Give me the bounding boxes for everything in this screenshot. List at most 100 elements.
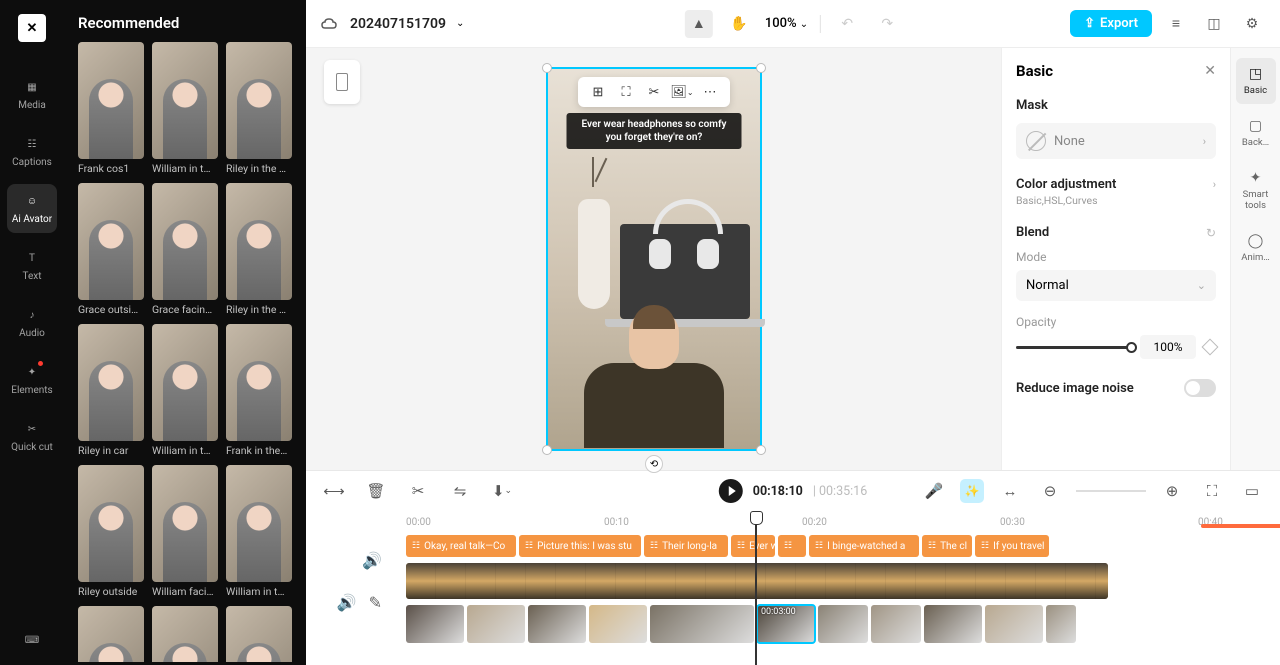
delete-button[interactable]: 🗑 (362, 477, 390, 505)
zoom-slider[interactable] (1076, 490, 1146, 492)
media-clip[interactable] (406, 605, 464, 643)
canvas-frame[interactable]: ⊞ ⛶ ✂ 🖼 ⌄ ⋯ Ever wear headphones so comf… (546, 67, 762, 451)
resize-handle[interactable] (756, 63, 766, 73)
opacity-slider[interactable] (1016, 346, 1132, 349)
video-frame[interactable] (736, 563, 766, 599)
video-frame[interactable] (436, 563, 466, 599)
caption-track[interactable]: ☷Okay, real talk—Co☷Picture this: I was … (406, 535, 1280, 557)
caption-clip[interactable]: ☷The cl (922, 535, 972, 557)
video-frame[interactable] (916, 563, 946, 599)
zoom-in-button[interactable]: ⊕ (1158, 477, 1186, 505)
caption-clip[interactable]: ☷Ever w (731, 535, 775, 557)
caption-overlay[interactable]: Ever wear headphones so comfy you forget… (567, 113, 742, 149)
video-frame[interactable] (796, 563, 826, 599)
playhead[interactable] (755, 511, 757, 665)
settings-button[interactable]: ⚙ (1238, 10, 1266, 38)
video-frame[interactable] (526, 563, 556, 599)
asset-item[interactable] (78, 606, 144, 662)
asset-item[interactable]: William in t… (152, 324, 218, 457)
mask-selector[interactable]: None › (1016, 123, 1216, 159)
asset-item[interactable]: Riley in car (78, 324, 144, 457)
noise-toggle[interactable] (1184, 379, 1216, 397)
dock-button[interactable]: ▭ (1238, 477, 1266, 505)
media-clip[interactable] (528, 605, 586, 643)
video-frame[interactable] (766, 563, 796, 599)
video-frame[interactable] (496, 563, 526, 599)
caption-clip[interactable]: ☷ (778, 535, 806, 557)
zoom-out-button[interactable]: ⊖ (1036, 477, 1064, 505)
resize-handle[interactable] (756, 445, 766, 455)
download-button[interactable]: ⬇ ⌄ (488, 477, 516, 505)
caption-clip[interactable]: ☷I binge-watched a (809, 535, 919, 557)
export-button[interactable]: ⇪Export (1070, 10, 1152, 37)
caption-clip[interactable]: ☷Picture this: I was stu (519, 535, 641, 557)
video-frame[interactable] (706, 563, 736, 599)
media-clip[interactable] (818, 605, 868, 643)
more-button[interactable]: ⋯ (700, 82, 720, 102)
replace-button[interactable]: 🖼 ⌄ (672, 82, 692, 102)
media-clip[interactable] (467, 605, 525, 643)
video-frame[interactable] (1006, 563, 1036, 599)
video-frame[interactable] (676, 563, 706, 599)
crop-tl-button[interactable]: ✂ (404, 477, 432, 505)
tab-background[interactable]: ▢Back… (1236, 110, 1276, 156)
video-frame[interactable] (406, 563, 436, 599)
aspect-ratio-badge[interactable] (324, 60, 360, 104)
nav-text[interactable]: TText (7, 241, 57, 290)
video-frame[interactable] (586, 563, 616, 599)
panel-toggle-button[interactable]: ◫ (1200, 10, 1228, 38)
layers-button[interactable]: ≡ (1162, 10, 1190, 38)
mute-icon[interactable]: 🔊 (362, 551, 382, 570)
edit-icon[interactable]: ✎ (369, 593, 382, 612)
asset-item[interactable]: Riley in the … (226, 183, 292, 316)
zoom-select[interactable]: 100% ⌄ (765, 16, 808, 31)
add-media-button[interactable]: ⊞ (588, 82, 608, 102)
video-frame[interactable] (646, 563, 676, 599)
resize-handle[interactable] (542, 445, 552, 455)
reset-icon[interactable]: ↻ (1206, 226, 1216, 240)
asset-item[interactable]: William in t… (226, 465, 292, 598)
fullscreen-button[interactable]: ⛶ (1198, 477, 1226, 505)
hand-tool[interactable]: ✋ (725, 10, 753, 38)
caption-clip[interactable]: ☷Their long-la (644, 535, 728, 557)
caption-clip[interactable]: ☷If you travel (975, 535, 1049, 557)
video-frame[interactable] (466, 563, 496, 599)
close-icon[interactable]: ✕ (1204, 63, 1216, 79)
video-frame[interactable] (946, 563, 976, 599)
resize-handle[interactable] (542, 63, 552, 73)
asset-item[interactable]: Grace outsi… (78, 183, 144, 316)
video-frame[interactable] (826, 563, 856, 599)
caption-clip[interactable]: ☷Okay, real talk—Co (406, 535, 516, 557)
media-clip[interactable] (924, 605, 982, 643)
tab-animation[interactable]: ◯Anim… (1236, 225, 1276, 271)
timeline-tracks[interactable]: 00:0000:1000:2000:3000:40 ☷Okay, real ta… (392, 511, 1280, 665)
video-frame[interactable] (856, 563, 886, 599)
asset-item[interactable] (152, 606, 218, 662)
ruler[interactable]: 00:0000:1000:2000:3000:40 (406, 517, 1280, 535)
media-clip[interactable] (757, 605, 815, 643)
media-clip[interactable] (985, 605, 1043, 643)
nav-captions[interactable]: ☷Captions (7, 127, 57, 176)
video-frame[interactable] (976, 563, 1006, 599)
asset-item[interactable]: Grace facin… (152, 183, 218, 316)
mute-icon[interactable]: 🔊 (337, 593, 357, 612)
asset-item[interactable]: Frank in the… (226, 324, 292, 457)
mic-button[interactable]: 🎤 (920, 477, 948, 505)
mirror-button[interactable]: ⇋ (446, 477, 474, 505)
nav-keyboard[interactable]: ⌨ (7, 623, 57, 657)
asset-item[interactable]: William in t… (152, 42, 218, 175)
canvas-area[interactable]: ⊞ ⛶ ✂ 🖼 ⌄ ⋯ Ever wear headphones so comf… (306, 48, 1002, 470)
media-clip[interactable] (1046, 605, 1076, 643)
asset-item[interactable]: Riley in the … (226, 42, 292, 175)
opacity-input[interactable]: 100% (1140, 335, 1196, 359)
media-track[interactable] (406, 605, 1108, 643)
video-frame[interactable] (616, 563, 646, 599)
video-frame[interactable] (886, 563, 916, 599)
tab-smart-tools[interactable]: ✦Smart tools (1236, 162, 1276, 219)
cursor-tool[interactable]: ▲ (685, 10, 713, 38)
media-clip[interactable] (589, 605, 647, 643)
project-name[interactable]: 202407151709 (350, 16, 446, 32)
media-clip[interactable] (650, 605, 754, 643)
keyframe-icon[interactable] (1202, 339, 1219, 356)
asset-item[interactable]: Frank cos1 (78, 42, 144, 175)
